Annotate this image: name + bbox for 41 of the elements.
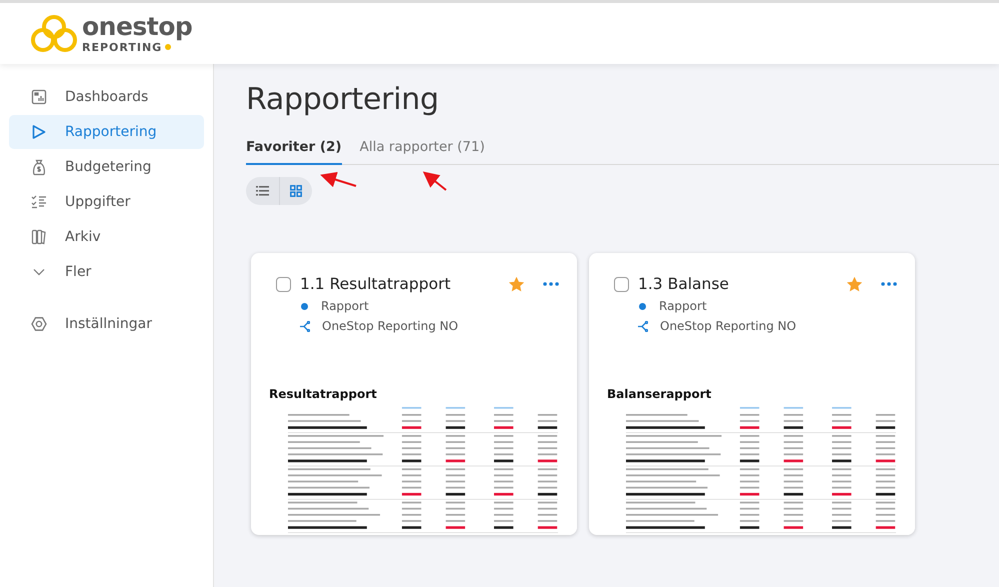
card-title: 1.3 Balanse [638, 275, 730, 293]
dot-icon [639, 302, 646, 310]
money-bag-icon [32, 158, 46, 176]
list-icon [256, 186, 269, 196]
page-title: Rapportering [246, 82, 440, 117]
binders-icon [31, 229, 47, 245]
checklist-icon [31, 194, 47, 210]
preview-title: Balanserapport [607, 387, 712, 401]
card-title: 1.1 Resultatrapport [300, 275, 452, 293]
preview-title: Resultatrapport [269, 387, 378, 401]
logo-wordmark: onestop [82, 14, 192, 38]
tab[interactable]: Favoriter (2) [246, 135, 342, 165]
grid-icon [290, 185, 302, 197]
annotation-arrow [320, 172, 356, 188]
settings-icon [31, 316, 47, 332]
report-type: Rapport [321, 299, 369, 313]
sidebar-item[interactable]: Dashboards [9, 80, 204, 114]
sidebar-item[interactable]: Inställningar [9, 307, 204, 341]
sidebar-item[interactable]: Arkiv [9, 220, 204, 254]
checkbox[interactable] [614, 276, 629, 292]
tab[interactable]: Alla rapporter (71) [360, 135, 485, 165]
sidebar-item[interactable]: Rapportering [9, 115, 204, 149]
dashboard-icon [31, 89, 47, 105]
annotation-arrow [422, 172, 447, 191]
chevron-down-icon [33, 268, 45, 276]
report-type: Rapport [659, 299, 707, 313]
star-icon[interactable] [509, 276, 524, 292]
dot-icon [301, 302, 308, 310]
sidebar-item[interactable]: Budgetering [9, 150, 204, 184]
connector-icon [300, 320, 310, 332]
rings-logo-icon [30, 14, 78, 54]
data-source: OneStop Reporting NO [660, 319, 796, 333]
sidebar-item[interactable]: Fler [9, 255, 204, 289]
checkbox[interactable] [276, 276, 291, 292]
dot-icon [165, 44, 172, 50]
logo-subtitle: REPORTING [82, 40, 162, 54]
sidebar-item[interactable]: Uppgifter [9, 185, 204, 219]
connector-icon [638, 320, 648, 332]
data-source: OneStop Reporting NO [322, 319, 458, 333]
star-icon[interactable] [847, 276, 862, 292]
play-icon [31, 124, 47, 140]
